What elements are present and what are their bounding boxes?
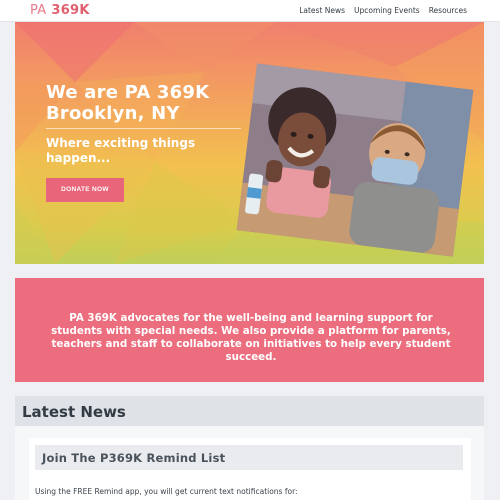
logo-number: 369K <box>51 3 90 18</box>
mission-section: PA 369K advocates for the well-being and… <box>15 278 484 382</box>
news-card: Join The P369K Remind List Using the FRE… <box>29 438 471 500</box>
mission-statement: PA 369K advocates for the well-being and… <box>51 312 451 363</box>
latest-news-section: Latest News Join The P369K Remind List U… <box>15 396 484 500</box>
nav-latest-news[interactable]: Latest News <box>299 6 345 15</box>
news-heading: Latest News <box>22 403 126 421</box>
top-navbar: PA 369K Latest News Upcoming Events Reso… <box>0 0 500 22</box>
donate-button[interactable]: DONATE NOW <box>46 178 124 202</box>
logo-prefix: PA <box>30 3 47 18</box>
hero-banner: We are PA 369K Brooklyn, NY Where exciti… <box>15 22 484 264</box>
students-photo <box>236 63 474 257</box>
news-card-header: Join The P369K Remind List <box>35 445 463 470</box>
hero-divider <box>46 128 241 129</box>
news-card-text: Using the FREE Remind app, you will get … <box>35 487 298 496</box>
hero-subtitle: Where exciting things happen... <box>46 136 196 165</box>
nav-resources[interactable]: Resources <box>429 6 467 15</box>
main-nav: Latest News Upcoming Events Resources <box>299 6 467 15</box>
hero-title: We are PA 369K Brooklyn, NY <box>46 82 210 124</box>
site-logo[interactable]: PA 369K <box>30 3 90 18</box>
students-image <box>236 63 474 257</box>
news-card-title[interactable]: Join The P369K Remind List <box>42 451 225 465</box>
news-header: Latest News <box>15 396 484 426</box>
nav-upcoming-events[interactable]: Upcoming Events <box>354 6 420 15</box>
